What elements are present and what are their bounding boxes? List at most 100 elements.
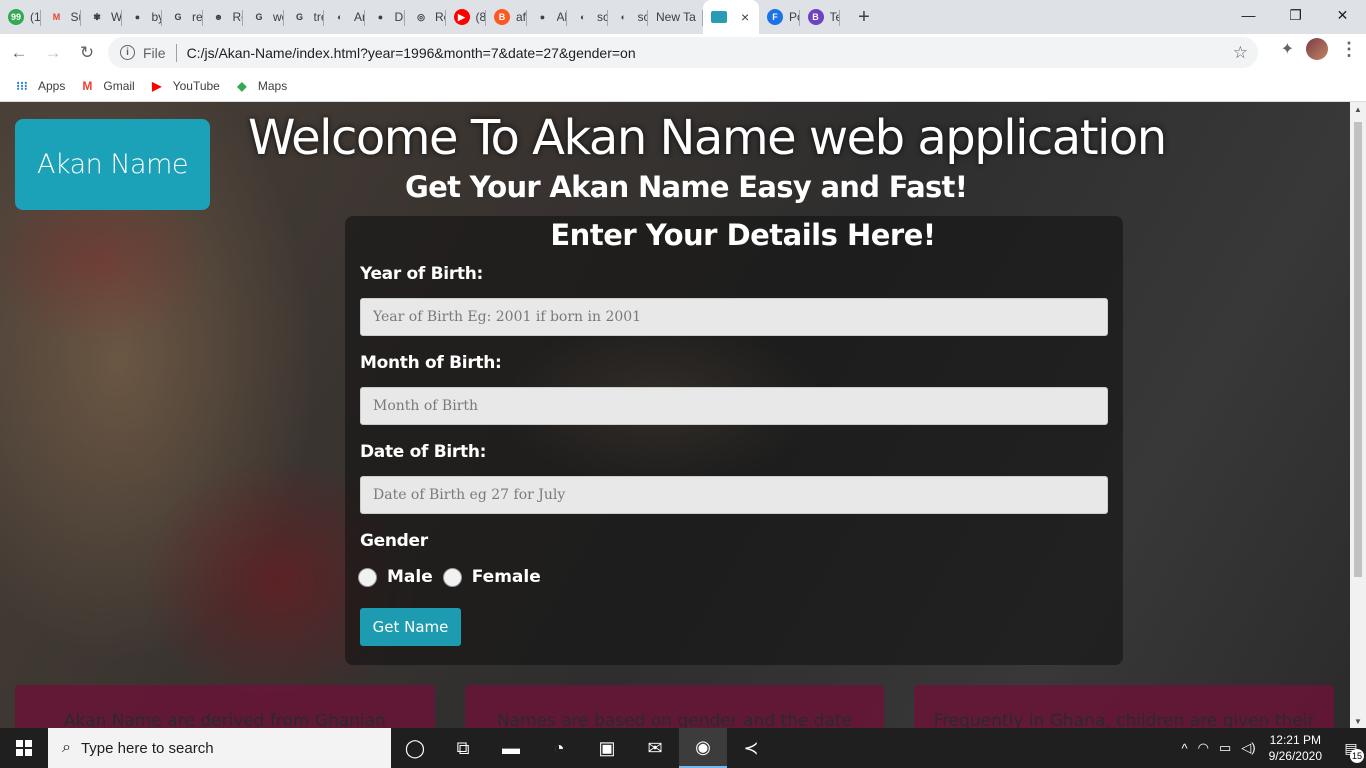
timeline-icon[interactable]: ⧉ xyxy=(439,728,487,768)
extensions-icon[interactable]: ✦ xyxy=(1281,39,1294,59)
vscode-icon[interactable]: ≺ xyxy=(727,728,775,768)
menu-icon[interactable]: ⋮ xyxy=(1340,39,1358,60)
start-button[interactable] xyxy=(0,728,48,768)
tab-google[interactable]: Grec xyxy=(162,0,203,34)
profile-avatar[interactable] xyxy=(1306,38,1328,60)
tab-github[interactable]: ● byu xyxy=(122,0,163,34)
bookmark-youtube[interactable]: ▶ YouTube xyxy=(149,78,220,94)
clock-time: 12:21 PM xyxy=(1269,733,1321,747)
github-icon: ● xyxy=(539,12,546,22)
month-input[interactable] xyxy=(360,387,1108,425)
file-explorer-icon[interactable]: ▬ xyxy=(487,728,535,768)
google-icon: G xyxy=(174,12,182,22)
clock[interactable]: 12:21 PM 9/26/2020 xyxy=(1269,732,1322,764)
tab-f[interactable]: F Poi xyxy=(759,0,800,34)
scrollbar-thumb[interactable] xyxy=(1354,122,1362,577)
bookmark-star-icon[interactable]: ☆ xyxy=(1233,43,1248,63)
tab-new-tab[interactable]: New Ta xyxy=(648,0,703,34)
tab-close-icon[interactable]: × xyxy=(741,9,749,25)
male-radio[interactable] xyxy=(358,567,377,587)
female-radio[interactable] xyxy=(442,567,462,587)
tab-whatsapp[interactable]: 99 (10 xyxy=(0,0,41,34)
globe-icon: ◐ xyxy=(337,12,343,22)
date-input[interactable] xyxy=(360,476,1108,514)
gender-options: Male Female xyxy=(358,567,551,587)
notification-center-icon[interactable]: ▤ 15 xyxy=(1336,740,1366,763)
windows-logo-icon xyxy=(16,740,32,756)
tabs-container-right: F Poi B Tex xyxy=(759,0,840,34)
google-icon: G xyxy=(255,12,263,22)
whatsapp-icon: 99 xyxy=(8,9,24,25)
bookmark-apps[interactable]: ⁝⁝⁝ Apps xyxy=(14,78,65,94)
tray-chevron-icon[interactable]: ^ xyxy=(1182,741,1188,756)
edge-icon[interactable]: ◔ xyxy=(535,728,583,768)
tab-active-akan-name[interactable]: × xyxy=(703,0,759,34)
tab-globe[interactable]: ◐ scr xyxy=(567,0,608,34)
tab-avatar[interactable]: ☻ Rec xyxy=(203,0,243,34)
github-icon: ● xyxy=(134,12,141,22)
new-tab-button[interactable]: + xyxy=(850,3,878,31)
gmail-icon: M xyxy=(52,12,61,22)
tab-google[interactable]: Gtre xyxy=(284,0,324,34)
tab-plant[interactable]: ✾ We xyxy=(81,0,122,34)
tab-github[interactable]: ● Aka xyxy=(527,0,567,34)
tab-target[interactable]: ◎ Rep xyxy=(405,0,446,34)
info-card-3: Frequently in Ghana, children are given … xyxy=(914,685,1334,728)
tab-globe[interactable]: ◐ Arr xyxy=(324,0,365,34)
tab-youtube[interactable]: ▶ (8) xyxy=(446,0,487,34)
tab-title: scr xyxy=(637,10,649,24)
tab-github[interactable]: ● Dis xyxy=(365,0,405,34)
task-view-icon[interactable]: ◯ xyxy=(391,728,439,768)
tab-globe[interactable]: ◐ scr xyxy=(608,0,649,34)
tab-title: Arr xyxy=(354,10,365,24)
minimize-button[interactable]: — xyxy=(1225,0,1272,30)
forward-button[interactable]: → xyxy=(38,38,68,68)
page-scrollbar[interactable]: ▲ ▼ xyxy=(1350,102,1366,728)
female-label: Female xyxy=(471,567,541,587)
brand-logo[interactable]: Akan Name xyxy=(15,119,210,210)
details-form: Enter Your Details Here! Year of Birth: … xyxy=(345,216,1123,665)
search-icon: ⌕ xyxy=(62,739,71,756)
bookmark-label: YouTube xyxy=(172,79,220,93)
url-text[interactable]: C:/js/Akan-Name/index.html?year=1996&mon… xyxy=(187,45,636,61)
tab-bootstrap[interactable]: B Tex xyxy=(800,0,840,34)
date-label: Date of Birth: xyxy=(360,442,487,462)
back-button[interactable]: ← xyxy=(4,38,34,68)
bookmark-gmail[interactable]: M Gmail xyxy=(79,78,134,94)
close-window-button[interactable]: ✕ xyxy=(1319,0,1366,30)
store-icon[interactable]: ▣ xyxy=(583,728,631,768)
bookmarks-bar: ⁝⁝⁝ Apps M Gmail ▶ YouTube ◆ Maps xyxy=(0,71,1366,102)
mail-icon[interactable]: ✉ xyxy=(631,728,679,768)
address-bar[interactable]: i File C:/js/Akan-Name/index.html?year=1… xyxy=(108,37,1258,68)
tab-gmail[interactable]: M Sul xyxy=(41,0,82,34)
notification-count: 15 xyxy=(1350,748,1364,763)
search-placeholder: Type here to search xyxy=(80,739,214,757)
bookmark-label: Gmail xyxy=(103,79,135,93)
reload-button[interactable]: ↻ xyxy=(72,38,102,68)
battery-icon[interactable]: ▭ xyxy=(1219,740,1231,756)
volume-icon[interactable]: ◁) xyxy=(1241,740,1255,756)
tab-title: rec xyxy=(192,10,203,24)
bookmark-maps[interactable]: ◆ Maps xyxy=(234,78,287,94)
tab-blogger[interactable]: Bafr xyxy=(486,0,527,34)
year-input[interactable] xyxy=(360,298,1108,336)
taskbar-search[interactable]: ⌕ Type here to search xyxy=(48,728,391,768)
tab-title: (8) xyxy=(475,10,487,24)
tab-google[interactable]: Gwel xyxy=(243,0,284,34)
address-divider xyxy=(175,43,177,62)
scroll-up-icon[interactable]: ▲ xyxy=(1350,102,1366,116)
restore-button[interactable]: ❐ xyxy=(1272,0,1319,30)
blogger-icon: B xyxy=(494,9,510,25)
chrome-icon[interactable]: ◉ xyxy=(679,728,727,768)
get-name-button[interactable]: Get Name xyxy=(360,608,461,646)
network-icon[interactable]: ◠ xyxy=(1198,740,1209,756)
site-info-icon[interactable]: i xyxy=(120,45,135,60)
apps-grid-icon: ⁝⁝⁝ xyxy=(16,79,28,93)
scroll-down-icon[interactable]: ▼ xyxy=(1350,714,1366,728)
bookmark-label: Maps xyxy=(257,79,288,93)
tab-favicon-icon xyxy=(711,11,727,23)
tab-title: byu xyxy=(151,10,163,24)
url-scheme: File xyxy=(143,44,166,61)
tab-title: Sul xyxy=(70,10,82,24)
tab-title: afr xyxy=(516,10,527,24)
